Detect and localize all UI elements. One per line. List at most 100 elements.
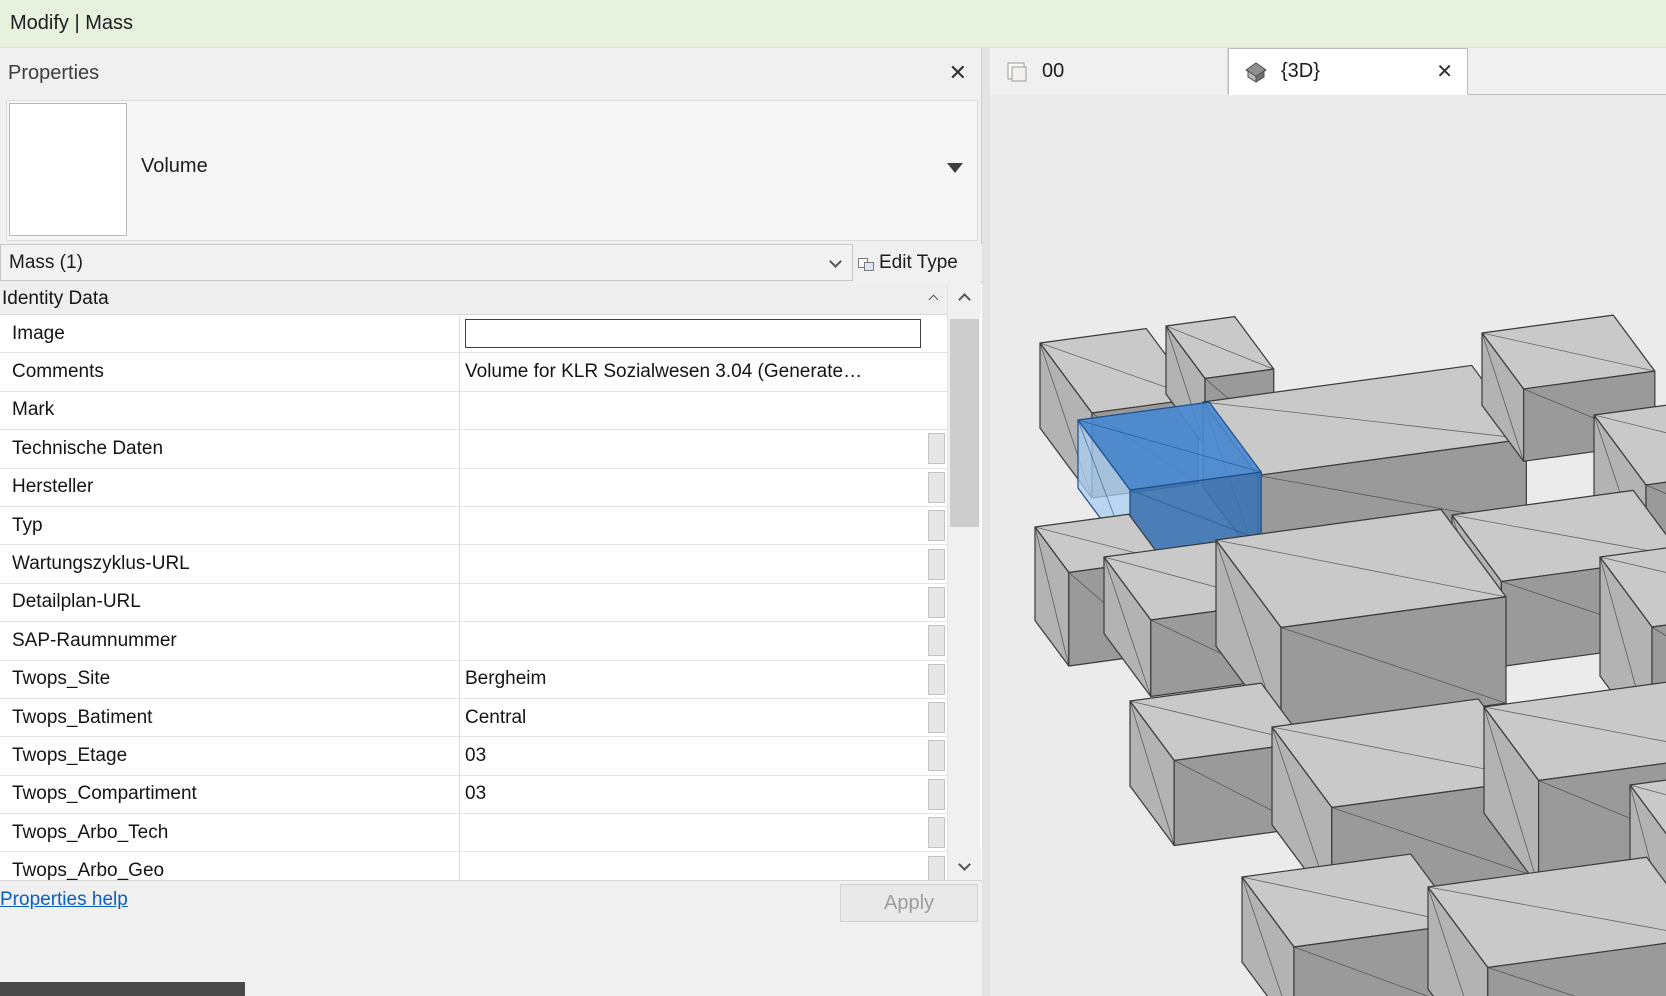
image-value-input[interactable] (465, 319, 921, 348)
property-row: Image (0, 315, 947, 353)
property-label: Comments (0, 353, 460, 390)
property-row-button[interactable] (928, 472, 945, 503)
property-row: Typ (0, 507, 947, 545)
collapse-chevron-icon[interactable] (929, 295, 939, 305)
chevron-down-icon[interactable] (947, 163, 963, 173)
property-value[interactable] (460, 507, 925, 544)
properties-help-link[interactable]: Properties help (0, 889, 128, 911)
property-row-button-cell (925, 852, 947, 880)
property-value[interactable]: 03 (460, 776, 925, 813)
horizontal-scrollbar-thumb[interactable] (0, 982, 245, 996)
properties-title: Properties (8, 62, 99, 85)
property-value[interactable] (460, 430, 925, 467)
property-row-button-cell (925, 776, 947, 813)
property-row: Detailplan-URL (0, 584, 947, 622)
property-row: Twops_Etage03 (0, 737, 947, 775)
type-selector[interactable]: Volume (6, 100, 978, 241)
property-row: SAP-Raumnummer (0, 622, 947, 660)
vertical-scrollbar[interactable] (947, 283, 980, 880)
property-value[interactable] (460, 545, 925, 582)
property-row-button-cell (925, 737, 947, 774)
tab-close-icon[interactable]: ✕ (1376, 59, 1453, 84)
property-row: Twops_Compartiment03 (0, 776, 947, 814)
edit-type-button[interactable]: Edit Type (857, 244, 982, 281)
property-row: Twops_SiteBergheim (0, 661, 947, 699)
property-label: Mark (0, 392, 460, 429)
property-row-button[interactable] (928, 740, 945, 771)
property-row-button-cell (925, 661, 947, 698)
property-value[interactable]: Central (460, 699, 925, 736)
property-grid: Identity Data ImageCommentsVolume for KL… (0, 283, 982, 880)
property-label: Twops_Arbo_Geo (0, 852, 460, 880)
property-row: Hersteller (0, 469, 947, 507)
horizontal-scrollbar[interactable] (0, 926, 982, 996)
property-row-button-cell (925, 392, 947, 429)
properties-panel: Properties ✕ Volume Mass (1) Edit Type (0, 48, 982, 996)
view-pane: 00 {3D} ✕ (990, 48, 1666, 996)
revit-window: Modify | Mass Properties ✕ Volume Mass (… (0, 0, 1666, 996)
view-tab-00[interactable]: 00 (990, 48, 1228, 95)
property-value[interactable]: 03 (460, 737, 925, 774)
property-label: Twops_Etage (0, 737, 460, 774)
property-row: CommentsVolume for KLR Sozialwesen 3.04 … (0, 353, 947, 391)
property-value[interactable] (460, 852, 925, 880)
3d-massing-model (990, 95, 1666, 996)
property-value[interactable]: Bergheim (460, 661, 925, 698)
element-filter-select[interactable]: Mass (1) (0, 244, 853, 281)
property-row-button[interactable] (928, 549, 945, 580)
element-selector-row: Mass (1) Edit Type (0, 243, 982, 283)
property-row-button-cell (925, 315, 947, 352)
property-row-button[interactable] (928, 510, 945, 541)
chevron-down-icon[interactable] (829, 255, 842, 268)
properties-footer: Properties help Apply (0, 880, 982, 926)
3d-viewport[interactable] (990, 95, 1666, 996)
property-row-button[interactable] (928, 625, 945, 656)
property-value[interactable] (460, 392, 925, 429)
property-row: Mark (0, 392, 947, 430)
property-value[interactable] (460, 622, 925, 659)
type-name: Volume (141, 155, 208, 178)
scroll-down-icon[interactable] (948, 848, 981, 880)
property-row-button-cell (925, 622, 947, 659)
property-row: Wartungszyklus-URL (0, 545, 947, 583)
house-3d-icon (1243, 60, 1269, 84)
property-label: Technische Daten (0, 430, 460, 467)
property-label: Typ (0, 507, 460, 544)
property-row-button-cell (925, 545, 947, 582)
property-value[interactable] (460, 315, 925, 352)
property-row-button[interactable] (928, 664, 945, 695)
property-value[interactable] (460, 469, 925, 506)
property-value[interactable] (460, 814, 925, 851)
view-tab-3d[interactable]: {3D} ✕ (1228, 48, 1468, 95)
property-value[interactable]: Volume for KLR Sozialwesen 3.04 (Generat… (460, 353, 925, 390)
property-row-button-cell (925, 814, 947, 851)
property-row-button-cell (925, 699, 947, 736)
section-header-identity-data[interactable]: Identity Data (0, 283, 947, 315)
property-value[interactable] (460, 584, 925, 621)
property-row-button[interactable] (928, 702, 945, 733)
property-row-button[interactable] (928, 856, 945, 880)
type-preview-image (9, 103, 127, 236)
property-row-button-cell (925, 469, 947, 506)
scroll-up-icon[interactable] (948, 283, 981, 315)
ribbon-context-bar: Modify | Mass (0, 0, 1666, 48)
property-row-button-cell (925, 430, 947, 467)
property-label: Image (0, 315, 460, 352)
panel-divider[interactable] (982, 48, 990, 996)
scrollbar-thumb[interactable] (950, 319, 979, 527)
property-label: Twops_Batiment (0, 699, 460, 736)
property-rows: ImageCommentsVolume for KLR Sozialwesen … (0, 315, 947, 880)
property-row: Twops_BatimentCentral (0, 699, 947, 737)
property-row: Technische Daten (0, 430, 947, 468)
property-label: SAP-Raumnummer (0, 622, 460, 659)
close-icon[interactable]: ✕ (949, 60, 967, 86)
property-row-button[interactable] (928, 817, 945, 848)
properties-panel-header: Properties ✕ (0, 48, 981, 100)
property-row-button-cell (925, 507, 947, 544)
property-label: Twops_Compartiment (0, 776, 460, 813)
apply-button[interactable]: Apply (840, 884, 978, 922)
property-row-button[interactable] (928, 433, 945, 464)
property-row-button[interactable] (928, 779, 945, 810)
sheet-icon (1004, 60, 1030, 84)
property-row-button[interactable] (928, 587, 945, 618)
